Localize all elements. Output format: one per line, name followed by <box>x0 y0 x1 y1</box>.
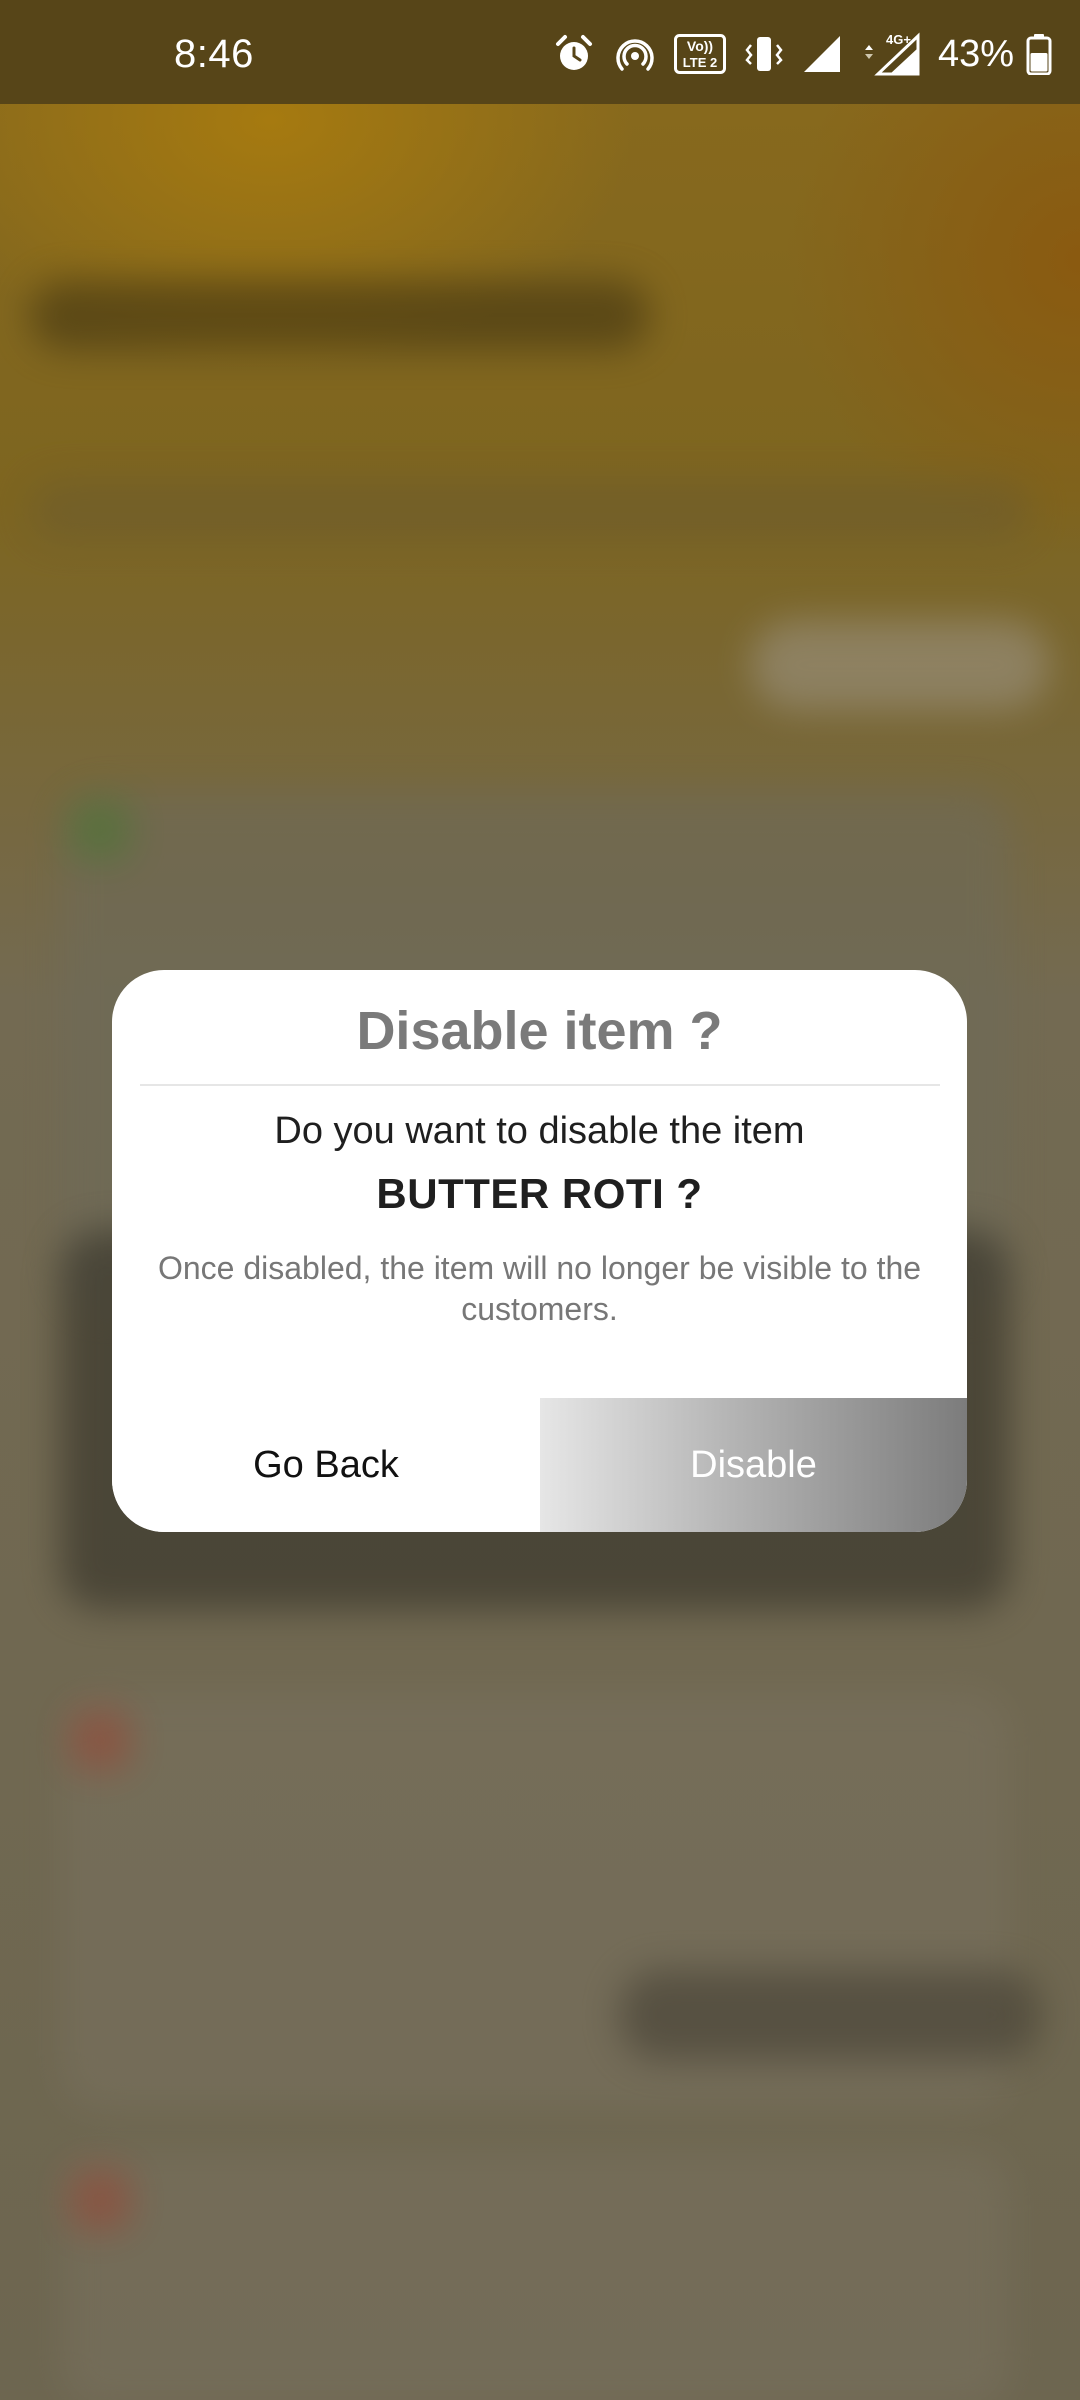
blurred-pill-button <box>750 620 1050 710</box>
dialog-question: Do you want to disable the item <box>274 1110 805 1152</box>
dialog-note: Once disabled, the item will no longer b… <box>157 1250 922 1327</box>
alarm-icon <box>555 35 592 70</box>
blurred-button <box>620 1970 1040 2060</box>
blurred-nonveg-icon <box>70 1710 130 1770</box>
svg-text:LTE 2: LTE 2 <box>683 55 717 70</box>
signal-4g-icon: 4G+ <box>864 32 920 76</box>
battery-percent: 43% <box>937 33 1014 75</box>
disable-button[interactable]: Disable <box>540 1398 967 1532</box>
status-bar: 8:46 Vo)) LTE 2 4G+ 43% <box>0 0 1080 104</box>
svg-text:Vo)): Vo)) <box>687 38 713 54</box>
hotspot-icon <box>616 39 654 71</box>
blurred-veg-icon <box>70 800 130 860</box>
dialog-divider <box>140 1084 940 1086</box>
blurred-nonveg-icon <box>70 2170 130 2230</box>
disable-item-dialog: Disable item ? Do you want to disable th… <box>112 970 967 1532</box>
go-back-button[interactable]: Go Back <box>112 1398 540 1532</box>
signal-icon <box>803 36 840 72</box>
status-time: 8:46 <box>174 32 254 76</box>
vibrate-icon <box>745 37 783 71</box>
dialog-title: Disable item ? <box>356 1001 723 1061</box>
dialog-item-name: BUTTER ROTI ? <box>376 1170 703 1217</box>
battery-icon <box>1026 34 1052 75</box>
volte-icon: Vo)) LTE 2 <box>673 34 726 74</box>
blurred-tab-row <box>30 480 1030 540</box>
blurred-card <box>60 2150 1010 2400</box>
status-icons: Vo)) LTE 2 4G+ 43% <box>552 26 1052 82</box>
blurred-heading <box>30 280 650 350</box>
